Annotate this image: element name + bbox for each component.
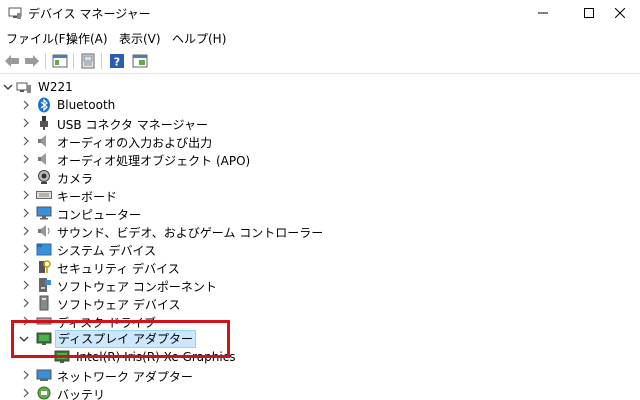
update-driver-icon <box>81 53 95 69</box>
chevron-right-icon[interactable] <box>20 204 32 222</box>
help-icon: ? <box>110 54 124 69</box>
tree-item-network-adapters[interactable]: ネットワーク アダプター <box>0 366 620 384</box>
sound-icon <box>38 225 50 237</box>
network-adapter-icon <box>36 369 52 381</box>
chevron-right-icon[interactable] <box>20 294 32 312</box>
toolbar-separator <box>73 53 74 69</box>
tree-item-sound[interactable]: サウンド、ビデオ、およびゲーム コントローラー <box>0 222 620 240</box>
tree-item-label: Bluetooth <box>57 98 116 112</box>
menu-action[interactable]: 操作(A) <box>66 30 108 47</box>
tree-item-label: サウンド、ビデオ、およびゲーム コントローラー <box>57 226 324 240</box>
chevron-right-icon[interactable] <box>20 276 32 294</box>
tree-item-security-devices[interactable]: セキュリティ デバイス <box>0 258 620 276</box>
back-arrow-icon <box>5 55 19 67</box>
menu-bar: ファイル(F) 操作(A) 表示(V) ヘルプ(H) <box>0 27 640 47</box>
tree-item-apo[interactable]: オーディオ処理オブジェクト (APO) <box>0 150 620 168</box>
tree-item-label: ネットワーク アダプター <box>57 370 193 384</box>
battery-icon <box>37 386 51 400</box>
help-button[interactable]: ? <box>107 51 127 71</box>
back-button[interactable] <box>2 51 22 71</box>
tree-root[interactable]: W221 <box>0 78 620 96</box>
tree-item-label: USB コネクタ マネージャー <box>57 118 208 132</box>
tree-item-label: システム デバイス <box>57 244 157 258</box>
chevron-right-icon[interactable] <box>20 186 32 204</box>
minimize-button[interactable] <box>520 0 566 26</box>
chevron-right-icon[interactable] <box>20 168 32 186</box>
title-bar: デバイス マネージャー <box>0 0 640 26</box>
chevron-right-icon[interactable] <box>20 132 32 150</box>
forward-button[interactable] <box>22 51 42 71</box>
tree-item-computer[interactable]: コンピューター <box>0 204 620 222</box>
speaker-icon <box>38 153 46 165</box>
tree-item-bluetooth[interactable]: Bluetooth <box>0 96 620 114</box>
tree-item-label: ソフトウェア デバイス <box>57 298 181 312</box>
security-key-icon <box>39 260 51 273</box>
menu-help[interactable]: ヘルプ(H) <box>172 30 226 47</box>
minimize-icon <box>538 12 548 14</box>
properties-icon <box>52 54 68 68</box>
menu-view[interactable]: 表示(V) <box>119 30 161 47</box>
bluetooth-icon <box>38 97 50 113</box>
maximize-icon <box>584 8 594 18</box>
svg-text:?: ? <box>114 56 120 69</box>
update-driver-button[interactable] <box>78 51 98 71</box>
tree-item-system-devices[interactable]: システム デバイス <box>0 240 620 258</box>
tree-item-label: セキュリティ デバイス <box>57 262 180 276</box>
chevron-right-icon[interactable] <box>20 150 32 168</box>
tree-item-label: オーディオの入力および出力 <box>57 136 213 150</box>
usb-icon <box>40 116 48 130</box>
forward-arrow-icon <box>25 55 39 67</box>
tree-item-battery[interactable]: バッテリ <box>0 384 620 400</box>
tree-item-label: コンピューター <box>57 208 142 222</box>
tree-item-usb[interactable]: USB コネクタ マネージャー <box>0 114 620 132</box>
chevron-right-icon[interactable] <box>20 114 32 132</box>
close-icon <box>615 8 625 18</box>
tree-item-label: ソフトウェア コンポーネント <box>57 280 217 294</box>
device-manager-icon <box>8 7 22 19</box>
chevron-right-icon[interactable] <box>20 366 32 384</box>
tree-item-label: カメラ <box>57 172 94 186</box>
tree-item-label: オーディオ処理オブジェクト (APO) <box>57 154 251 168</box>
toolbar-separator <box>101 53 102 69</box>
chevron-right-icon[interactable] <box>20 258 32 276</box>
highlight-box <box>11 320 230 358</box>
tree-item-software-components[interactable]: ソフトウェア コンポーネント <box>0 276 620 294</box>
menu-file[interactable]: ファイル(F) <box>6 30 70 47</box>
chevron-down-icon[interactable] <box>2 78 14 96</box>
toolbar: ? <box>0 48 640 74</box>
tree-item-label: キーボード <box>57 190 118 204</box>
toolbar-separator <box>45 53 46 69</box>
window-title: デバイス マネージャー <box>28 7 151 21</box>
tree-item-software-devices[interactable]: ソフトウェア デバイス <box>0 294 620 312</box>
properties-button[interactable] <box>50 51 70 71</box>
device-tree: W221 Bluetooth USB コネクタ マネージャー オーディオの入力お… <box>0 78 640 400</box>
speaker-icon <box>38 135 46 147</box>
computer-icon <box>36 206 52 220</box>
tree-item-label: バッテリ <box>57 388 106 400</box>
camera-icon <box>38 170 50 184</box>
software-component-icon <box>39 278 51 292</box>
chevron-right-icon[interactable] <box>20 240 32 258</box>
scan-hardware-button[interactable] <box>130 51 150 71</box>
tree-item-keyboard[interactable]: キーボード <box>0 186 620 204</box>
software-device-icon <box>39 295 49 311</box>
chevron-right-icon[interactable] <box>20 384 32 400</box>
tree-item-camera[interactable]: カメラ <box>0 168 620 186</box>
system-folder-icon <box>36 243 52 256</box>
close-button[interactable] <box>600 0 640 26</box>
chevron-right-icon[interactable] <box>20 96 32 114</box>
keyboard-icon <box>36 191 52 199</box>
scan-hardware-icon <box>132 54 148 68</box>
chevron-right-icon[interactable] <box>20 222 32 240</box>
tree-item-audio-io[interactable]: オーディオの入力および出力 <box>0 132 620 150</box>
tree-root-label: W221 <box>38 80 73 94</box>
computer-icon <box>16 82 31 93</box>
